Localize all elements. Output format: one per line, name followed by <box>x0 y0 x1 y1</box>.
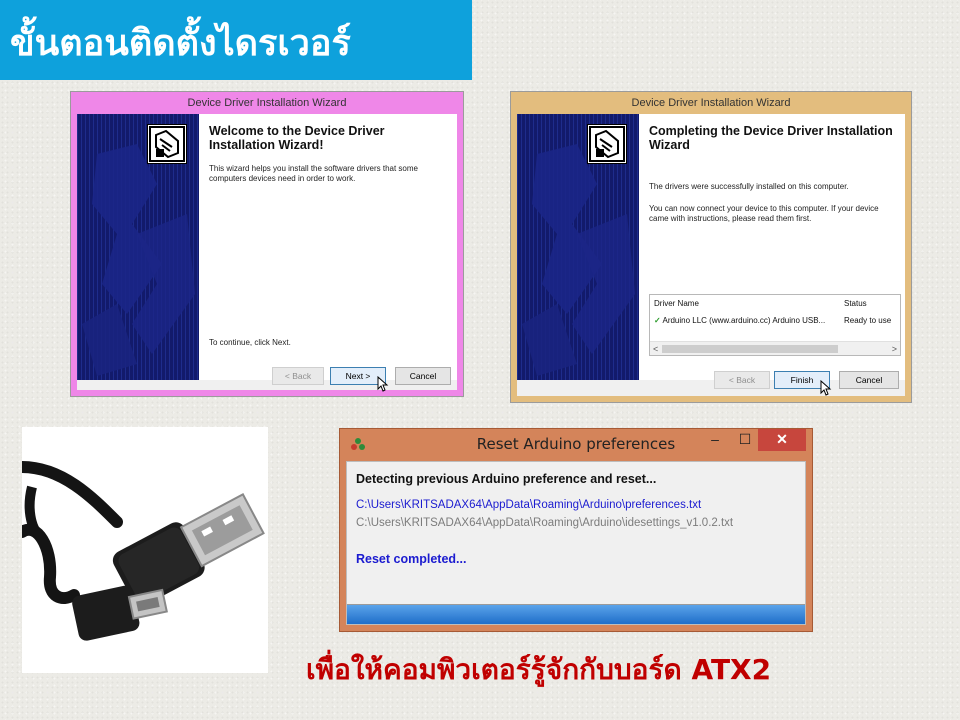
cancel-button[interactable]: Cancel <box>839 371 899 389</box>
mouse-pointer-icon <box>820 380 832 396</box>
progress-bar <box>347 604 805 624</box>
checkmark-icon: ✓ <box>654 316 661 325</box>
wizard-instructions-text: You can now connect your device to this … <box>649 204 879 223</box>
column-header-driver-name: Driver Name <box>654 299 699 308</box>
slide-title-bar: ขั้นตอนติดตั้งไดรเวอร์ <box>0 0 472 80</box>
welcome-wizard-window: Device Driver Installation Wizard Welcom… <box>70 91 464 397</box>
driver-name-cell: Arduino LLC (www.arduino.cc) Arduino USB… <box>662 316 826 325</box>
usb-cable-photo <box>16 427 268 673</box>
window-title: Device Driver Installation Wizard <box>187 97 347 109</box>
completing-wizard-window: Device Driver Installation Wizard Comple… <box>510 91 912 403</box>
wizard-content: Completing the Device Driver Installatio… <box>517 114 905 396</box>
dialog-panel: Detecting previous Arduino preference an… <box>346 461 806 625</box>
driver-list-table: Driver Name Status ✓ Arduino LLC (www.ar… <box>649 294 901 356</box>
reset-arduino-dialog: Reset Arduino preferences ‒ ☐ ✕ Detectin… <box>339 428 813 632</box>
wizard-heading: Completing the Device Driver Installatio… <box>649 124 893 152</box>
driver-status-cell: Ready to use <box>844 316 892 325</box>
reset-status: Reset completed... <box>356 552 467 566</box>
back-button[interactable]: < Back <box>272 367 324 385</box>
wizard-content: Welcome to the Device Driver Installatio… <box>77 114 457 392</box>
scrollbar-thumb[interactable] <box>662 345 838 353</box>
hardware-wizard-icon <box>147 124 187 164</box>
scroll-right-icon[interactable]: > <box>892 342 897 356</box>
horizontal-scrollbar[interactable]: < > <box>650 341 900 355</box>
wizard-banner-graphic <box>77 114 199 380</box>
scroll-left-icon[interactable]: < <box>653 342 658 356</box>
slide-title: ขั้นตอนติดตั้งไดรเวอร์ <box>10 23 351 64</box>
close-icon[interactable]: ✕ <box>758 429 806 451</box>
wizard-heading: Welcome to the Device Driver Installatio… <box>209 124 385 152</box>
cancel-button[interactable]: Cancel <box>395 367 451 385</box>
wizard-banner-graphic <box>517 114 639 380</box>
minimize-icon[interactable]: ‒ <box>700 429 730 451</box>
progress-bar-fill <box>347 605 805 624</box>
column-header-status: Status <box>844 299 867 308</box>
wizard-success-text: The drivers were successfully installed … <box>649 182 849 191</box>
reset-heading: Detecting previous Arduino preference an… <box>356 472 657 486</box>
wizard-description: This wizard helps you install the softwa… <box>209 164 418 183</box>
mouse-pointer-icon <box>377 376 389 392</box>
maximize-icon[interactable]: ☐ <box>732 429 758 451</box>
wizard-body: Welcome to the Device Driver Installatio… <box>199 114 457 380</box>
dialog-titlebar[interactable]: Reset Arduino preferences ‒ ☐ ✕ <box>340 429 812 461</box>
table-header-row: Driver Name Status <box>654 298 896 310</box>
wizard-body: Completing the Device Driver Installatio… <box>639 114 905 380</box>
slide-caption: เพื่อให้คอมพิวเตอร์รู้จักกับบอร์ด ATX2 <box>306 653 772 686</box>
idesettings-path: C:\Users\KRITSADAX64\AppData\Roaming\Ard… <box>356 517 734 529</box>
preferences-path: C:\Users\KRITSADAX64\AppData\Roaming\Ard… <box>356 499 702 511</box>
back-button[interactable]: < Back <box>714 371 770 389</box>
window-title: Device Driver Installation Wizard <box>631 97 791 109</box>
wizard-continue-hint: To continue, click Next. <box>209 338 291 347</box>
table-row[interactable]: ✓ Arduino LLC (www.arduino.cc) Arduino U… <box>654 315 896 327</box>
hardware-wizard-icon <box>587 124 627 164</box>
